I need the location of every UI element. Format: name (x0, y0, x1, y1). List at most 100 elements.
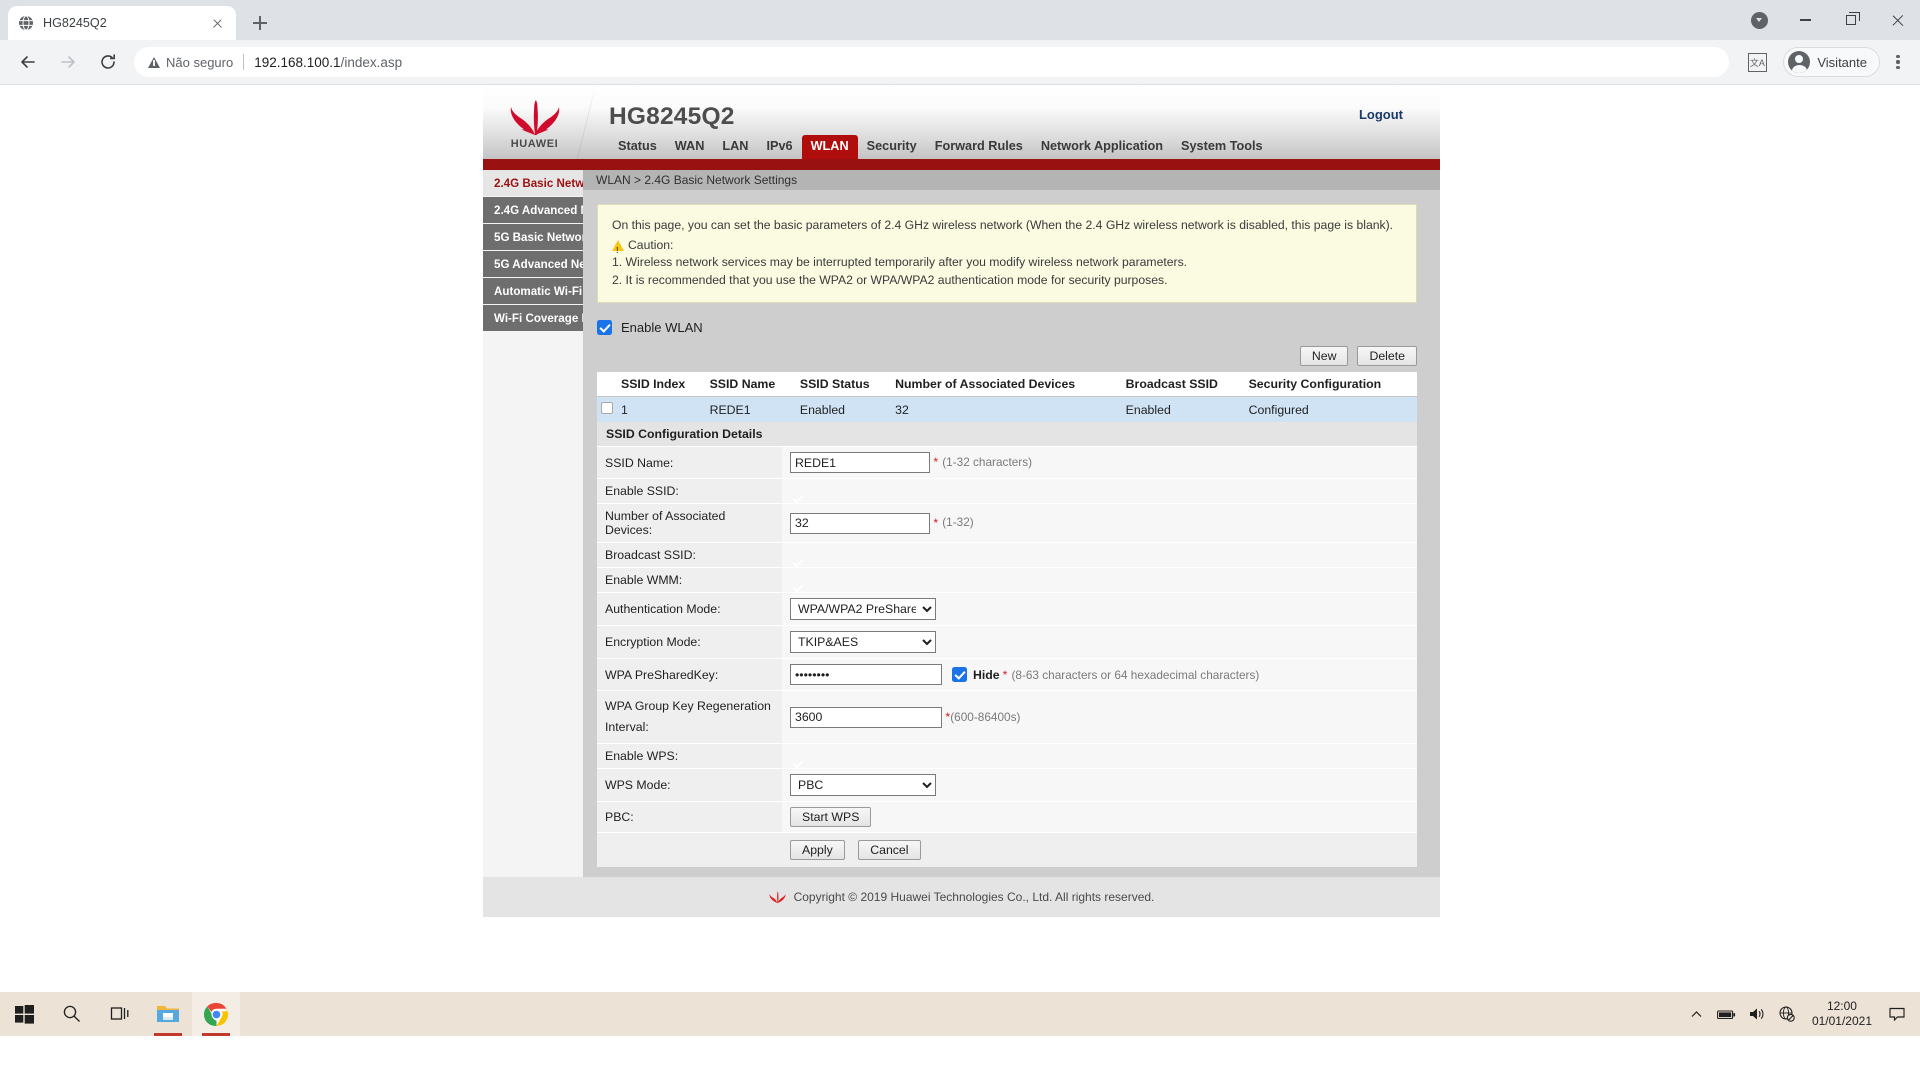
field-group-key-interval: *(600-86400s) (782, 690, 1417, 744)
chrome-icon (203, 1002, 228, 1026)
field-assoc-devices: *(1-32) (782, 503, 1417, 543)
sidebar-item-auto-wifi-shutdown[interactable]: Automatic Wi-Fi Shutdown (483, 278, 641, 304)
forward-icon[interactable] (51, 45, 85, 79)
search-button[interactable] (48, 992, 96, 1036)
sidebar-item-5g-basic[interactable]: 5G Basic Network Settings (483, 224, 642, 250)
nav-status[interactable]: Status (609, 135, 666, 159)
header-red-bar (483, 159, 1440, 170)
notice-line-2: 2. It is recommended that you use the WP… (612, 272, 1168, 287)
nav-security[interactable]: Security (858, 135, 926, 159)
window-close-button[interactable] (1874, 0, 1920, 40)
auth-mode-select[interactable]: WPA/WPA2 PreSharedKey (790, 598, 936, 620)
nav-network-application[interactable]: Network Application (1032, 135, 1172, 159)
label-group-key-line2: Interval: (605, 720, 649, 734)
field-preshared-key: Hide * (8-63 characters or 64 hexadecimal… (782, 658, 1417, 691)
nav-wan[interactable]: WAN (666, 135, 714, 159)
minimize-button[interactable] (1782, 0, 1828, 40)
field-auth-mode: WPA/WPA2 PreSharedKey (782, 592, 1417, 626)
translate-icon[interactable]: 文A (1740, 45, 1774, 79)
form-action-row: Apply Cancel (597, 833, 1417, 867)
nav-forward-rules[interactable]: Forward Rules (926, 135, 1032, 159)
encryption-mode-select[interactable]: TKIP&AES (790, 631, 936, 653)
group-key-interval-input[interactable] (790, 706, 942, 728)
new-tab-button[interactable] (246, 9, 274, 37)
main-content: WLAN > 2.4G Basic Network Settings On th… (583, 170, 1440, 877)
header-main: HG8245Q2 Status WAN LAN IPv6 WLAN Securi… (609, 85, 1440, 159)
ssid-table: SSID Index SSID Name SSID Status Number … (597, 372, 1417, 422)
breadcrumb: WLAN > 2.4G Basic Network Settings (583, 170, 1440, 190)
label-enable-wmm: Enable WMM: (597, 567, 782, 593)
start-wps-button[interactable]: Start WPS (790, 807, 872, 827)
notification-icon[interactable] (1882, 992, 1912, 1036)
row-enable-wmm: Enable WMM: (597, 567, 1417, 593)
task-view-button[interactable] (96, 992, 144, 1036)
system-tray: 12:00 01/01/2021 (1682, 992, 1920, 1036)
hint-ssid-name: (1-32 characters) (942, 454, 1033, 469)
browser-tab[interactable]: HG8245Q2 (8, 6, 236, 40)
not-secure-indicator[interactable]: Não seguro (148, 55, 233, 70)
label-ssid-name: SSID Name: (597, 447, 782, 479)
sidebar-item-wifi-coverage[interactable]: Wi-Fi Coverage Management (483, 305, 652, 331)
chrome-browser-window: HG8245Q2 Não seguro 192.168.100.1/index.… (0, 0, 1920, 1036)
table-action-buttons: New Delete (597, 346, 1417, 366)
hint-assoc-devices: (1-32) (942, 515, 974, 530)
sidebar-item-24g-advanced[interactable]: 2.4G Advanced Network Settings (483, 197, 675, 223)
logout-link[interactable]: Logout (1359, 107, 1403, 122)
maximize-button[interactable] (1828, 0, 1874, 40)
address-bar[interactable]: Não seguro 192.168.100.1/index.asp (134, 47, 1730, 77)
label-group-key-line1: WPA Group Key Regeneration (605, 699, 771, 713)
field-encryption-mode: TKIP&AES (782, 625, 1417, 659)
row-wps-mode: WPS Mode: PBC (597, 768, 1417, 802)
close-icon[interactable] (209, 15, 226, 32)
huawei-logo: HUAWEI (483, 85, 586, 159)
downloads-icon[interactable] (1736, 0, 1782, 40)
enable-wlan-checkbox[interactable] (597, 320, 612, 335)
new-button[interactable]: New (1299, 346, 1349, 366)
delete-button[interactable]: Delete (1357, 346, 1417, 366)
url-host: 192.168.100.1 (254, 54, 341, 70)
chrome-menu-icon[interactable] (1884, 47, 1912, 77)
cell-ssid-index: 1 (617, 396, 706, 422)
windows-icon (14, 1004, 34, 1024)
nav-lan[interactable]: LAN (713, 135, 757, 159)
sidebar-item-24g-basic[interactable]: 2.4G Basic Network Settings (483, 170, 651, 196)
row-auth-mode: Authentication Mode: WPA/WPA2 PreSharedK… (597, 592, 1417, 626)
windows-taskbar: 12:00 01/01/2021 (0, 992, 1920, 1036)
ssid-name-input[interactable] (790, 452, 930, 473)
row-select-checkbox[interactable] (601, 402, 613, 414)
huawei-flower-icon (769, 891, 786, 903)
url-path: /index.asp (340, 54, 403, 70)
cancel-button[interactable]: Cancel (858, 840, 921, 860)
copyright-text: Copyright © 2019 Huawei Technologies Co.… (793, 890, 1155, 904)
router-admin-page: HUAWEI HG8245Q2 Status WAN LAN IPv6 WLAN… (483, 85, 1440, 965)
page-body: 2.4G Basic Network Settings 2.4G Advance… (483, 170, 1440, 877)
label-broadcast-ssid: Broadcast SSID: (597, 542, 782, 568)
hide-password-checkbox[interactable] (952, 667, 967, 682)
assoc-devices-input[interactable] (790, 512, 930, 534)
chrome-button[interactable] (192, 992, 240, 1036)
apply-button[interactable]: Apply (790, 840, 845, 860)
enable-wlan-row: Enable WLAN (597, 320, 1417, 335)
search-icon (63, 1005, 80, 1022)
chevron-up-icon[interactable] (1682, 992, 1712, 1036)
battery-icon[interactable] (1712, 992, 1742, 1036)
clock[interactable]: 12:00 01/01/2021 (1802, 999, 1882, 1029)
preshared-key-input[interactable] (790, 664, 942, 685)
label-auth-mode: Authentication Mode: (597, 592, 782, 626)
start-button[interactable] (0, 992, 48, 1036)
back-icon[interactable] (11, 45, 45, 79)
network-blocked-icon[interactable] (1772, 992, 1802, 1036)
nav-ipv6[interactable]: IPv6 (757, 135, 801, 159)
nav-wlan[interactable]: WLAN (801, 135, 858, 159)
file-explorer-button[interactable] (144, 992, 192, 1036)
notice-line-1: 1. Wireless network services may be inte… (612, 255, 1188, 269)
profile-button[interactable]: Visitante (1783, 47, 1880, 77)
row-enable-wps: Enable WPS: (597, 743, 1417, 769)
sidebar-item-5g-advanced[interactable]: 5G Advanced Network Settings (483, 251, 666, 277)
speaker-icon[interactable] (1742, 992, 1772, 1036)
wps-mode-select[interactable]: PBC (790, 774, 936, 796)
table-row[interactable]: 1 REDE1 Enabled 32 Enabled Configured (597, 396, 1417, 422)
nav-system-tools[interactable]: System Tools (1172, 135, 1272, 159)
reload-icon[interactable] (91, 45, 125, 79)
field-enable-ssid (782, 478, 1417, 504)
